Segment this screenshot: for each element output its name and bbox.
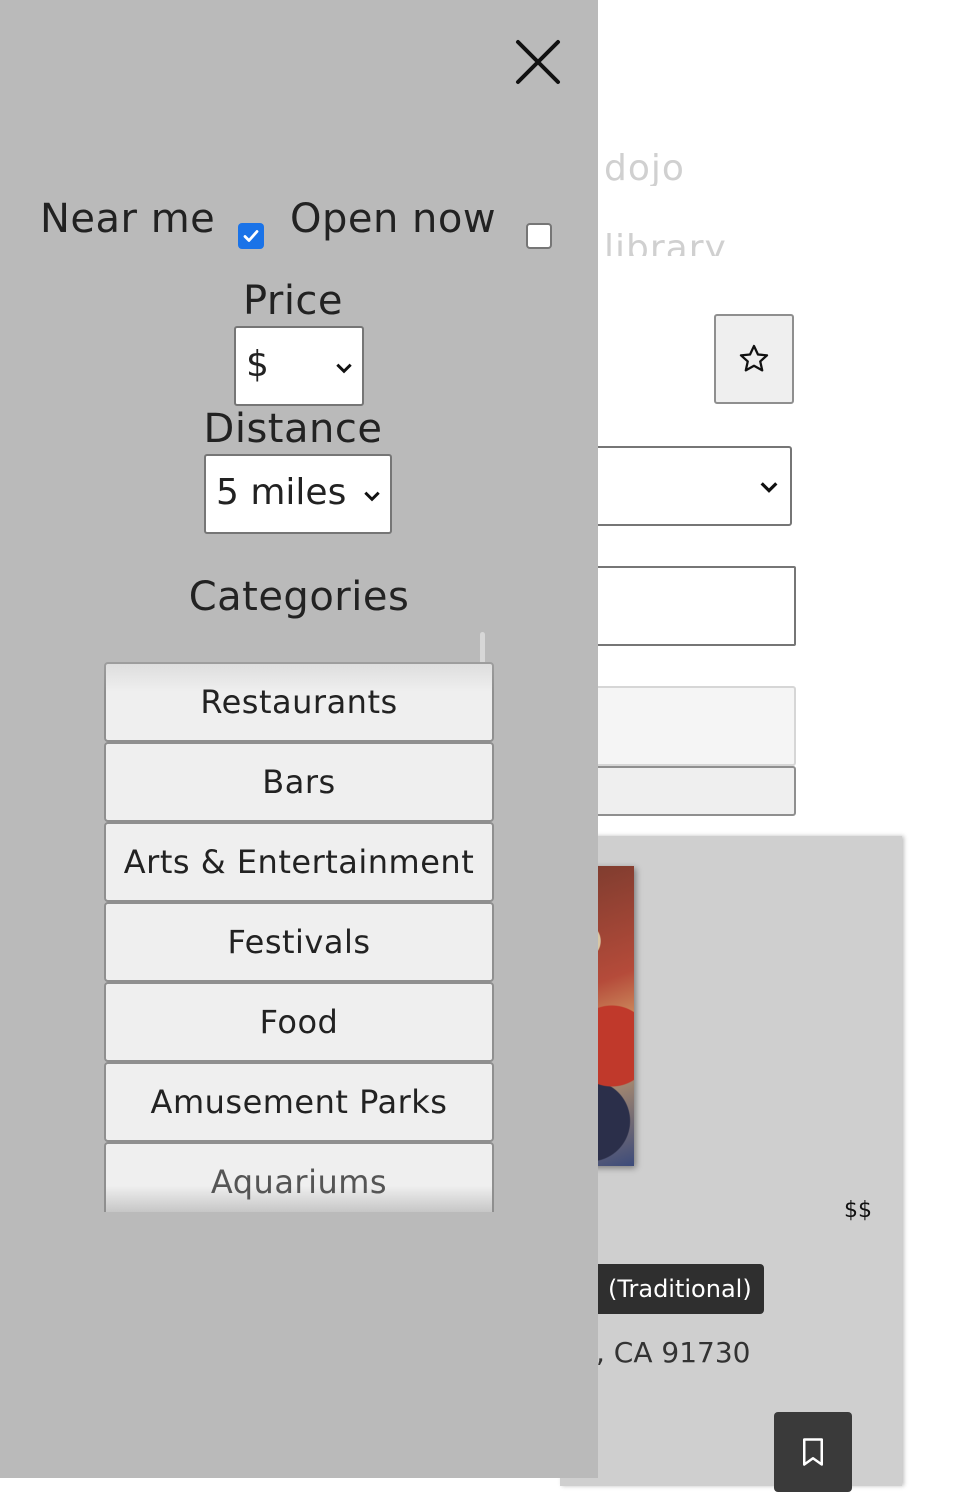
category-restaurants-button[interactable]: Restaurants: [104, 662, 494, 742]
category-food-button[interactable]: Food: [104, 982, 494, 1062]
price-label: Price: [242, 278, 344, 324]
address: , CA 91730: [596, 1336, 751, 1369]
distance-label: Distance: [203, 406, 383, 452]
chevron-down-icon: [760, 482, 778, 493]
close-button[interactable]: [512, 36, 564, 88]
chevron-down-icon: [336, 363, 352, 374]
category-festivals-button[interactable]: Festivals: [104, 902, 494, 982]
bookmark-icon: [803, 1438, 823, 1466]
filter-drawer: Near me Open now Price $ Distance 5 mile…: [0, 0, 598, 1478]
categories-label: Categories: [188, 574, 410, 620]
price-level: $$: [844, 1198, 872, 1223]
category-tag: (Traditional): [590, 1264, 764, 1314]
faded-subheading: library: [604, 228, 727, 256]
open-now-checkbox[interactable]: [526, 223, 552, 249]
result-card[interactable]: $$ (Traditional) , CA 91730: [560, 836, 902, 1492]
category-arts-entertainment-button[interactable]: Arts & Entertainment: [104, 822, 494, 902]
categories-list[interactable]: Restaurants Bars Arts & Entertainment Fe…: [104, 662, 494, 1212]
bookmark-button[interactable]: [774, 1412, 852, 1492]
close-icon: [516, 40, 560, 84]
near-me-label: Near me: [40, 196, 216, 242]
category-amusement-parks-button[interactable]: Amusement Parks: [104, 1062, 494, 1142]
category-bars-button[interactable]: Bars: [104, 742, 494, 822]
distance-select[interactable]: 5 miles: [204, 454, 392, 534]
near-me-checkbox[interactable]: [238, 223, 264, 249]
open-now-label: Open now: [290, 196, 497, 242]
check-icon: [243, 230, 259, 242]
price-select[interactable]: $: [234, 326, 364, 406]
star-icon: [739, 344, 769, 372]
distance-select-value: 5 miles: [216, 472, 347, 513]
faded-heading: dojo: [604, 148, 685, 186]
price-select-value: $: [246, 344, 269, 385]
category-aquariums-button[interactable]: Aquariums: [104, 1142, 494, 1212]
favorite-button[interactable]: [714, 314, 794, 404]
chevron-down-icon: [364, 491, 380, 502]
